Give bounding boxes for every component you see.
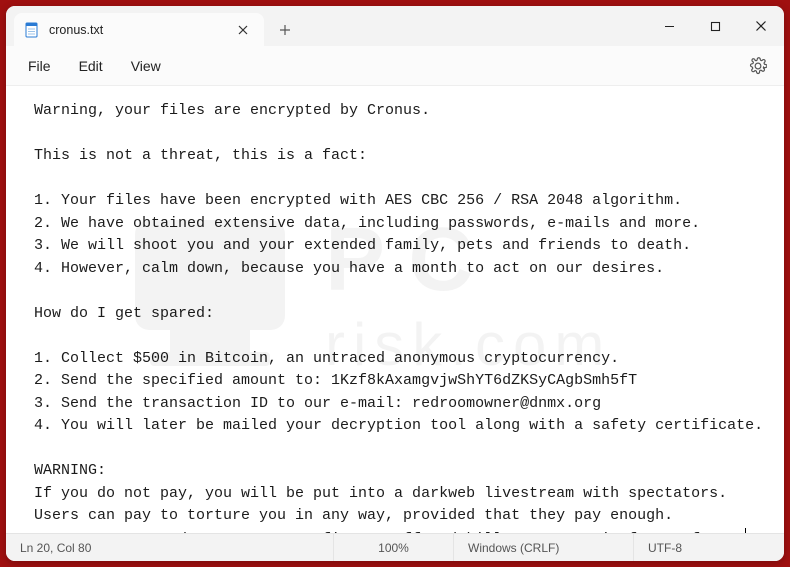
gear-icon [749,57,767,75]
text-line: 1. Collect $500 in Bitcoin, an untraced … [34,350,619,367]
document-tab[interactable]: cronus.txt [14,13,264,46]
status-line-ending[interactable]: Windows (CRLF) [454,534,634,561]
text-line: 4. You will later be mailed your decrypt… [34,417,763,434]
text-line: Users can pay to torture you in any way,… [34,507,673,524]
menu-view[interactable]: View [117,52,175,80]
text-line: 1. Your files have been encrypted with A… [34,192,682,209]
menubar: File Edit View [6,46,784,86]
text-line: 2. We have obtained extensive data, incl… [34,215,700,232]
status-encoding[interactable]: UTF-8 [634,534,784,561]
notepad-window: cronus.txt [6,6,784,561]
text-line: 3. Send the transaction ID to our e-mail… [34,395,601,412]
svg-text:risk.com: risk.com [325,311,612,378]
status-cursor-position[interactable]: Ln 20, Col 80 [6,534,334,561]
text-line: WARNING: [34,462,106,479]
text-line: If you do not pay, you will be put into … [34,485,727,502]
maximize-button[interactable] [692,6,738,46]
settings-button[interactable] [744,52,772,80]
tab-close-button[interactable] [232,19,254,41]
maximize-icon [710,21,721,32]
status-zoom[interactable]: 100% [334,534,454,561]
minimize-icon [664,21,675,32]
minimize-button[interactable] [646,6,692,46]
tab-title: cronus.txt [49,23,223,37]
new-tab-button[interactable] [268,13,302,46]
menu-edit[interactable]: Edit [65,52,117,80]
close-icon [238,25,248,35]
plus-icon [279,24,291,36]
text-line: Warning, your files are encrypted by Cro… [34,102,430,119]
statusbar: Ln 20, Col 80 100% Windows (CRLF) UTF-8 [6,533,784,561]
close-icon [755,20,767,32]
menu-file[interactable]: File [14,52,65,80]
text-line: 2. Send the specified amount to: 1Kzf8kA… [34,372,637,389]
window-controls [646,6,784,46]
text-line: This is not a threat, this is a fact: [34,147,367,164]
text-editor[interactable]: Warning, your files are encrypted by Cro… [6,86,784,533]
notepad-icon [24,22,40,38]
titlebar: cronus.txt [6,6,784,46]
text-line: 4. However, calm down, because you have … [34,260,664,277]
text-caret [745,528,746,534]
close-window-button[interactable] [738,6,784,46]
text-line: Our users CAN and WILL cut your fingers … [34,531,745,534]
text-line: How do I get spared: [34,305,214,322]
text-line: 3. We will shoot you and your extended f… [34,237,691,254]
